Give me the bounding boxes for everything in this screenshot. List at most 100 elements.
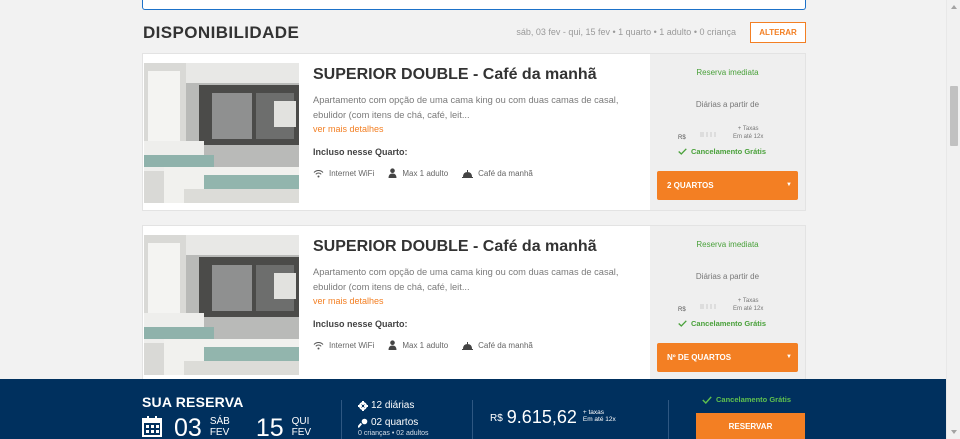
price-line: R$ + Taxas Em até 12x: [678, 297, 788, 313]
included-label: Incluso nesse Quarto:: [313, 147, 408, 157]
total-currency: R$: [490, 413, 503, 424]
rooms-count: 02 quartos: [358, 417, 418, 428]
amenity-label: Café da manhã: [478, 168, 533, 178]
reserve-button[interactable]: RESERVAR: [696, 413, 805, 439]
taxes-label: + Taxas: [737, 126, 759, 132]
instant-booking-label: Reserva imediata: [696, 240, 759, 249]
total-price: R$ 9.615,62 + taxas Em até 12x: [490, 407, 616, 428]
amenity-label: Max 1 adulto: [402, 168, 449, 178]
cancellation-label: Cancelamento Grátis: [716, 395, 792, 404]
price-panel: Reserva imediata Diárias a partir de R$ …: [650, 226, 805, 382]
check-icon: [678, 320, 687, 327]
total-taxes-label: + taxas: [582, 409, 605, 416]
installments-label: Em até 12x: [733, 134, 764, 140]
checkout-day: 15: [255, 414, 284, 439]
amenity-wifi: Internet WiFi: [313, 169, 374, 178]
checkin-day: 03: [174, 414, 202, 439]
availability-header: DISPONIBILIDADE sáb, 03 fev - qui, 15 fe…: [143, 21, 806, 45]
breakfast-icon: [462, 169, 474, 178]
person-icon: [388, 168, 397, 178]
amenity-breakfast: Café da manhã: [462, 169, 533, 178]
rooms-quantity-select[interactable]: 2 QUARTOS ▼: [657, 171, 798, 200]
price-loading-placeholder: [700, 304, 716, 309]
availability-heading: DISPONIBILIDADE: [143, 23, 300, 42]
free-cancellation: Cancelamento Grátis: [678, 319, 766, 328]
room-photo-image: [144, 63, 299, 203]
check-icon: [702, 395, 712, 404]
reservation-title: SUA RESERVA: [142, 394, 244, 410]
currency-label: R$: [678, 307, 686, 313]
calendar-icon: [142, 416, 162, 437]
rooms-label: 02 quartos: [371, 417, 419, 428]
checkout-dow-month: QUI FEV: [292, 416, 311, 438]
divider: [668, 400, 669, 439]
divider: [341, 400, 342, 439]
chevron-down-icon: ▼: [786, 182, 792, 188]
cancellation-label: Cancelamento Grátis: [691, 147, 767, 156]
amenity-label: Café da manhã: [478, 340, 533, 350]
room-photo[interactable]: [144, 63, 299, 203]
instant-booking-label: Reserva imediata: [696, 68, 759, 77]
search-summary: sáb, 03 fev - qui, 15 fev • 1 quarto • 1…: [516, 27, 736, 37]
room-info: SUPERIOR DOUBLE - Café da manhã Apartame…: [313, 66, 633, 178]
free-cancellation: Cancelamento Grátis: [678, 147, 766, 156]
from-price-label: Diárias a partir de: [695, 272, 760, 281]
taxes-note: + Taxas Em até 12x: [733, 297, 763, 313]
main-content: DISPONIBILIDADE sáb, 03 fev - qui, 15 fe…: [0, 0, 946, 439]
checkin-weekday: SÁB: [209, 416, 230, 427]
nights-label: 12 diárias: [371, 400, 415, 411]
nights-count: 12 diárias: [358, 400, 414, 411]
from-price-label: Diárias a partir de: [695, 100, 760, 109]
amenity-label: Internet WiFi: [329, 340, 375, 350]
taxes-note: + Taxas Em até 12x: [733, 125, 763, 141]
installments-label: Em até 12x: [733, 306, 764, 312]
taxes-label: + Taxas: [737, 298, 759, 304]
room-photo[interactable]: [144, 235, 299, 375]
total-value: 9.615,62: [506, 407, 577, 427]
room-description: Apartamento com opção de uma cama king o…: [313, 95, 619, 120]
room-card: SUPERIOR DOUBLE - Café da manhã Apartame…: [142, 225, 806, 383]
amenities-list: Internet WiFi Max 1 adulto Café da manhã: [313, 168, 633, 178]
checkout-weekday: QUI: [291, 416, 310, 427]
rooms-select-value: Nº DE QUARTOS: [667, 353, 732, 362]
total-taxes-note: + taxas Em até 12x: [583, 409, 616, 423]
price-loading-placeholder: [700, 132, 716, 137]
amenity-label: Internet WiFi: [329, 168, 375, 178]
chevron-down-icon: ▼: [786, 354, 792, 360]
amenity-max-adults: Max 1 adulto: [388, 340, 448, 350]
amenity-breakfast: Café da manhã: [462, 341, 533, 350]
more-details-link[interactable]: ver mais detalhes: [313, 296, 633, 306]
amenity-label: Max 1 adulto: [402, 340, 449, 350]
room-title: SUPERIOR DOUBLE - Café da manhã: [313, 66, 597, 83]
more-details-link[interactable]: ver mais detalhes: [313, 124, 633, 134]
checkin-dow-month: SÁB FEV: [210, 416, 230, 438]
checkout-month: FEV: [291, 427, 312, 438]
wifi-icon: [313, 169, 324, 177]
scroll-up-arrow-icon[interactable]: [951, 5, 957, 9]
room-photo-image: [144, 235, 299, 375]
guests-summary: 0 crianças • 02 adultos: [358, 430, 429, 437]
check-icon: [678, 148, 687, 155]
scroll-thumb[interactable]: [950, 86, 958, 146]
price-panel: Reserva imediata Diárias a partir de R$ …: [650, 54, 805, 210]
room-info: SUPERIOR DOUBLE - Café da manhã Apartame…: [313, 238, 633, 350]
divider: [472, 400, 473, 439]
free-cancellation: Cancelamento Grátis: [702, 395, 791, 404]
page: DISPONIBILIDADE sáb, 03 fev - qui, 15 fe…: [0, 0, 960, 439]
checkin-month: FEV: [209, 427, 230, 438]
rooms-quantity-select[interactable]: Nº DE QUARTOS ▼: [657, 343, 798, 372]
change-search-button[interactable]: ALTERAR: [750, 22, 806, 43]
page-scrollbar[interactable]: [946, 0, 960, 439]
included-label: Incluso nesse Quarto:: [313, 319, 408, 329]
rooms-select-value: 2 QUARTOS: [667, 181, 714, 190]
amenity-wifi: Internet WiFi: [313, 341, 374, 350]
room-description: Apartamento com opção de uma cama king o…: [313, 267, 619, 292]
stay-dates: 03 SÁB FEV 15 QUI FEV: [142, 415, 311, 439]
wifi-icon: [313, 341, 324, 349]
scroll-down-arrow-icon[interactable]: [951, 430, 957, 434]
gear-icon: [358, 400, 368, 411]
breakfast-icon: [462, 341, 474, 350]
reservation-summary-bar: SUA RESERVA 03 SÁB FEV 15 QUI FEV 12 diá…: [0, 379, 946, 439]
amenities-list: Internet WiFi Max 1 adulto Café da manhã: [313, 340, 633, 350]
key-icon: [358, 418, 368, 428]
